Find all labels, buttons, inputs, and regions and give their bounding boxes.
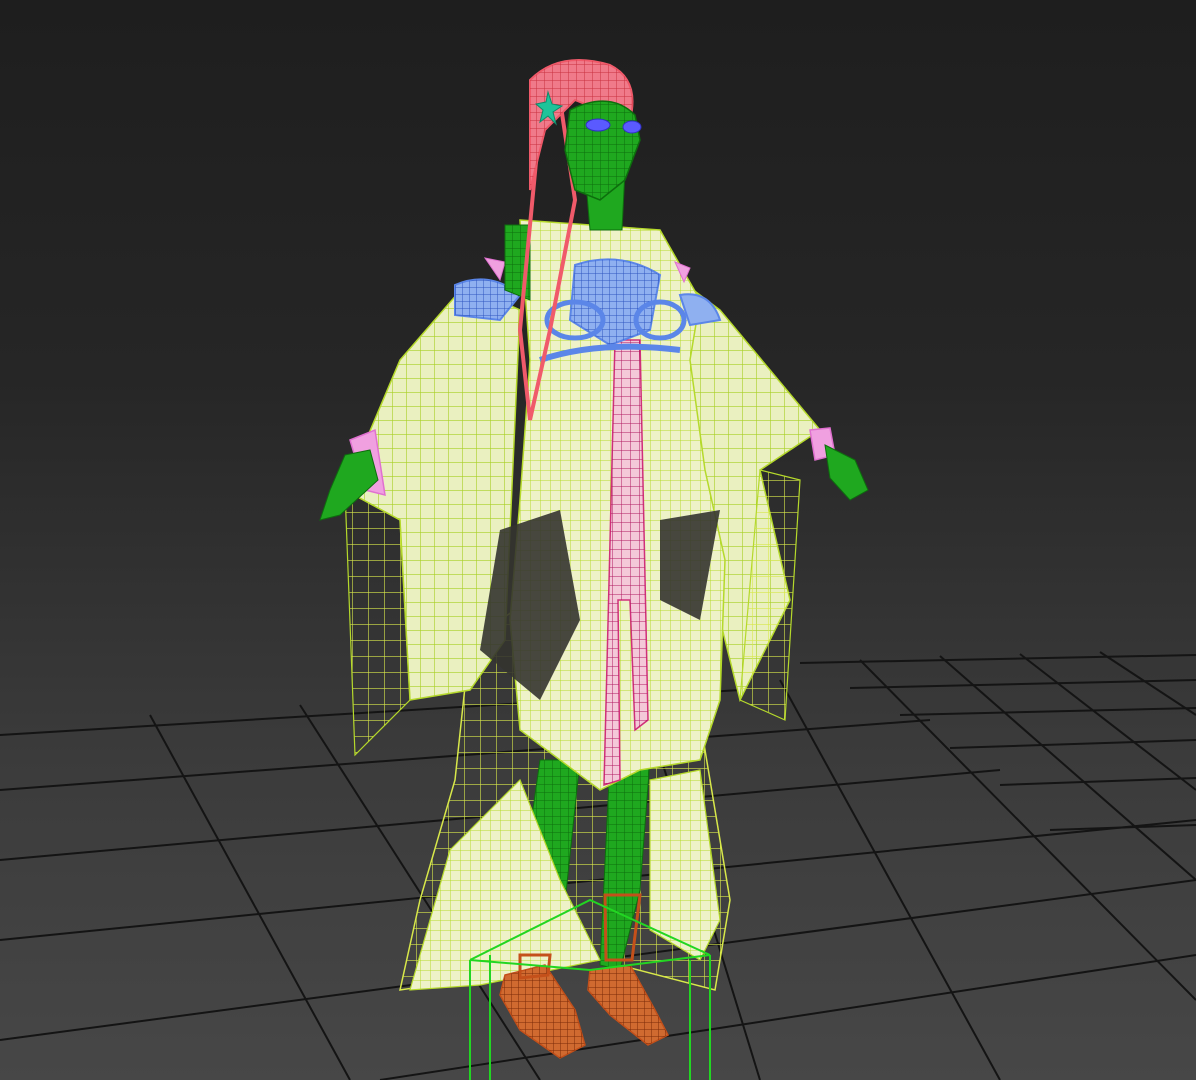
perspective-viewport[interactable] — [0, 0, 1196, 1080]
head[interactable] — [564, 100, 641, 201]
